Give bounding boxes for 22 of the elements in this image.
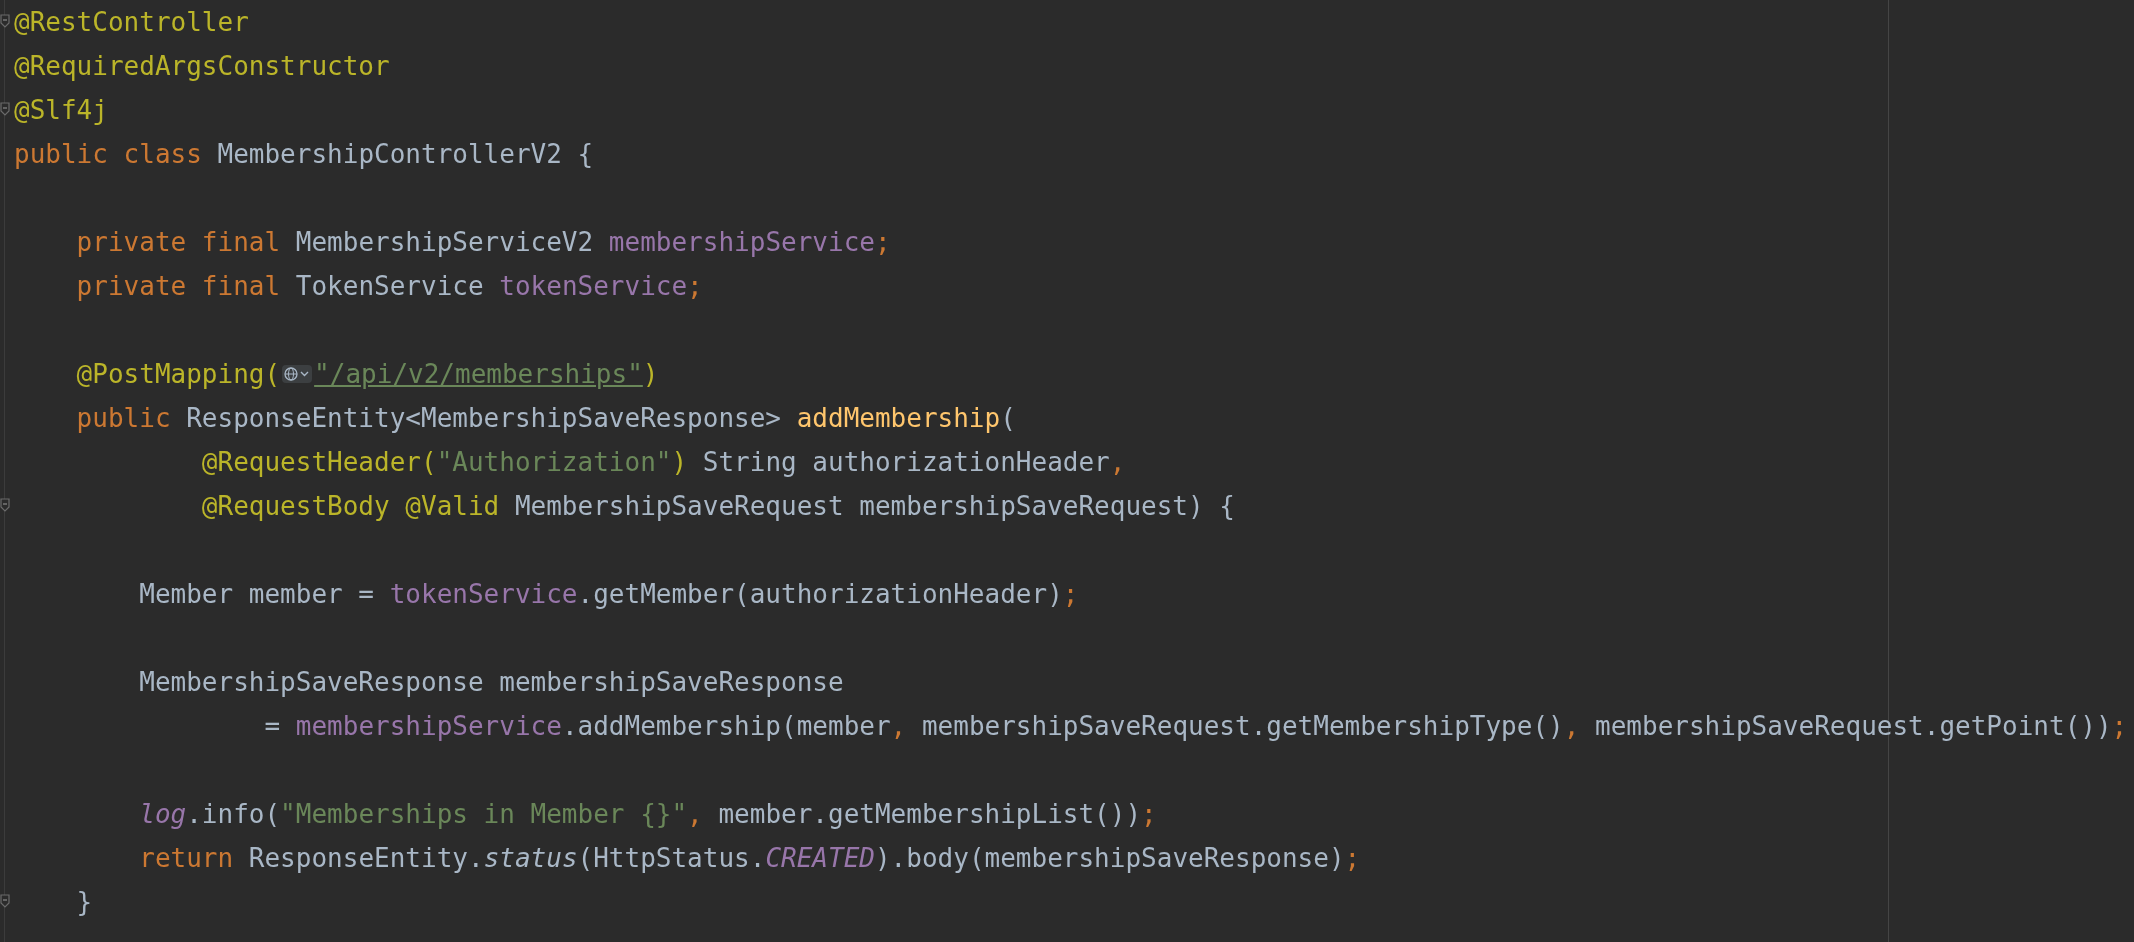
code-line: @RequiredArgsConstructor (14, 50, 390, 83)
code-line: = membershipService.addMembership(member, membershipSaveRequest.getMembershipType(), membershipSaveRequest.getPoint()); (263, 710, 2128, 743)
code-line: public class MembershipControllerV2 { (14, 138, 594, 171)
code-line: @RequestBody @Valid MembershipSaveRequest membershipSaveRequest) { (200, 490, 1235, 523)
code-line: } (75, 886, 93, 919)
fold-marker-icon[interactable] (0, 14, 10, 28)
code-text: "/api/v2/memberships") (314, 358, 659, 391)
code-line: return ResponseEntity.status(HttpStatus.CREATED).body(membershipSaveResponse); (138, 842, 1361, 875)
code-text: @PostMapping( (75, 358, 281, 391)
code-line: private final MembershipServiceV2 membershipService; (75, 226, 891, 259)
code-line: public ResponseEntity<MembershipSaveResponse> addMembership( (75, 402, 1016, 435)
code-line: log.info("Memberships in Member {}", member.getMembershipList()); (138, 798, 1157, 831)
code-line: @RestController (14, 6, 249, 39)
fold-marker-icon[interactable] (0, 498, 10, 512)
code-line: @Slf4j (14, 94, 108, 127)
fold-marker-icon[interactable] (0, 102, 10, 116)
code-line: MembershipSaveResponse membershipSaveResponse (138, 666, 844, 699)
globe-icon[interactable] (282, 365, 313, 383)
code-line: private final TokenService tokenService; (75, 270, 703, 303)
code-line: @RequestHeader("Authorization") String authorizationHeader, (200, 446, 1126, 479)
fold-marker-icon[interactable] (0, 894, 10, 908)
code-line: Member member = tokenService.getMember(authorizationHeader); (138, 578, 1079, 611)
